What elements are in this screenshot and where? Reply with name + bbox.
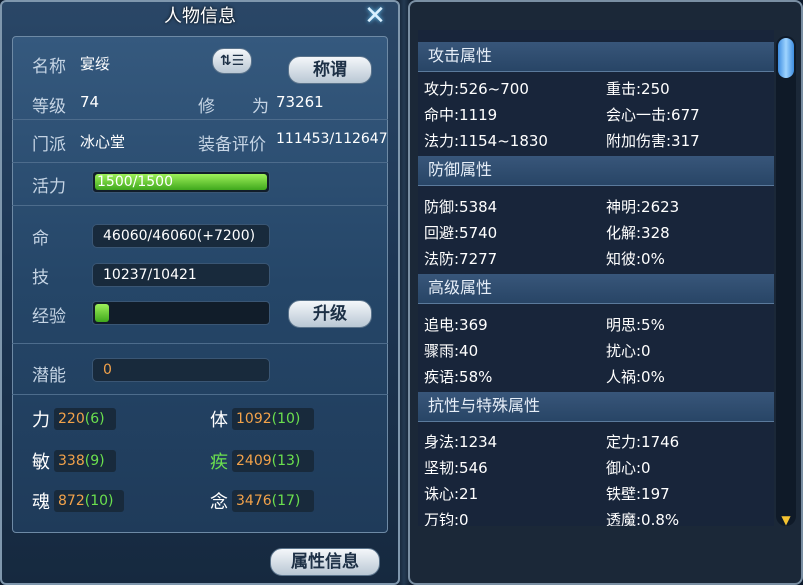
exp-bar-fill (95, 304, 109, 322)
hp-field: 46060/46060(+7200) (92, 224, 270, 248)
attr-agi-label: 敏 (32, 452, 50, 473)
stat-row: 法力:1154~1830 (424, 132, 548, 150)
vitality-value: 1500/1500 (97, 174, 173, 190)
stat-row: 会心一击:677 (606, 106, 700, 124)
attr-str-value: 220 (58, 411, 85, 427)
upgrade-button[interactable]: 升级 (288, 300, 372, 328)
attr-soul-value: 872 (58, 493, 85, 509)
attr-str-bonus: (6) (84, 411, 105, 427)
exp-label: 经验 (32, 307, 66, 327)
attr-spd-label: 疾 (210, 452, 228, 473)
scrollbar-thumb[interactable] (778, 38, 794, 78)
attr-mind-label: 念 (210, 492, 228, 513)
attr-con-value: 1092 (236, 411, 272, 427)
attr-agi-value: 338 (58, 453, 85, 469)
stat-row: 重击:250 (606, 80, 670, 98)
attr-spd-box: 2409(13) (232, 450, 314, 472)
attr-str-label: 力 (32, 410, 50, 431)
divider (12, 205, 388, 206)
attr-str-box: 220(6) (54, 408, 116, 430)
vitality-bar: 1500/1500 (92, 171, 270, 193)
attr-spd-bonus: (13) (271, 453, 301, 469)
level-value: 74 (80, 93, 100, 111)
sort-icon[interactable]: ⇅☰ (212, 48, 252, 74)
attr-con-bonus: (10) (271, 411, 301, 427)
stat-row: 命中:1119 (424, 106, 498, 124)
stat-row: 神明:2623 (606, 198, 680, 216)
divider (12, 394, 388, 395)
scroll-down-arrow-icon[interactable]: ▼ (779, 514, 793, 526)
stat-row: 攻力:526~700 (424, 80, 529, 98)
stat-row: 疾语:58% (424, 368, 493, 386)
mp-label: 技 (32, 268, 49, 288)
scrollbar-track[interactable] (776, 36, 796, 526)
divider (12, 162, 388, 163)
cultivation-label-a: 修 (198, 97, 215, 117)
potential-label: 潜能 (32, 366, 66, 386)
stat-row: 追电:369 (424, 316, 488, 334)
stat-row: 骤雨:40 (424, 342, 479, 360)
stat-row: 定力:1746 (606, 433, 680, 451)
section-header-defense: 防御属性 (418, 156, 774, 186)
cultivation-value: 73261 (276, 93, 324, 111)
attr-mind-box: 3476(17) (232, 490, 314, 512)
section-header-attack: 攻击属性 (418, 42, 774, 72)
cultivation-label-b: 为 (252, 97, 269, 117)
divider (12, 343, 388, 344)
exp-bar (92, 301, 270, 325)
attr-agi-bonus: (9) (84, 453, 105, 469)
attr-con-box: 1092(10) (232, 408, 314, 430)
gear-value: 111453/112647 (276, 131, 388, 147)
level-label: 等级 (32, 97, 66, 117)
title-button[interactable]: 称谓 (288, 56, 372, 84)
attribute-list[interactable]: 攻击属性 攻力:526~700 重击:250 命中:1119 会心一击:677 … (418, 30, 774, 526)
attr-mind-value: 3476 (236, 493, 272, 509)
sect-label: 门派 (32, 135, 66, 155)
stat-row: 明思:5% (606, 316, 665, 334)
name-value: 宴绥 (80, 55, 111, 73)
stat-row: 知彼:0% (606, 250, 665, 268)
sect-value: 冰心堂 (80, 133, 126, 151)
stat-row: 扰心:0 (606, 342, 651, 360)
section-header-resistance: 抗性与特殊属性 (418, 392, 774, 422)
attr-soul-bonus: (10) (84, 493, 114, 509)
stat-row: 化解:328 (606, 224, 670, 242)
divider (12, 119, 388, 120)
stat-row: 法防:7277 (424, 250, 498, 268)
vitality-label: 活力 (32, 177, 66, 197)
panel-title: 人物信息 (164, 6, 236, 27)
stat-row: 透魔:0.8% (606, 511, 680, 526)
stat-row: 铁壁:197 (606, 485, 670, 503)
attr-soul-box: 872(10) (54, 490, 124, 512)
stat-row: 人祸:0% (606, 368, 665, 386)
stat-row: 诛心:21 (424, 485, 479, 503)
attr-soul-label: 魂 (32, 492, 50, 513)
attr-mind-bonus: (17) (271, 493, 301, 509)
close-icon[interactable]: ✕ (360, 3, 390, 30)
attribute-info-button[interactable]: 属性信息 (270, 548, 380, 576)
name-label: 名称 (32, 57, 66, 77)
hp-label: 命 (32, 229, 49, 249)
stat-row: 防御:5384 (424, 198, 498, 216)
attr-spd-value: 2409 (236, 453, 272, 469)
mp-field: 10237/10421 (92, 263, 270, 287)
stat-row: 万钧:0 (424, 511, 469, 526)
gear-label: 装备评价 (198, 135, 266, 155)
potential-field: 0 (92, 358, 270, 382)
attr-agi-box: 338(9) (54, 450, 116, 472)
stat-row: 御心:0 (606, 459, 651, 477)
stat-row: 回避:5740 (424, 224, 498, 242)
stat-row: 附加伤害:317 (606, 132, 700, 150)
attr-con-label: 体 (210, 410, 228, 431)
section-header-advanced: 高级属性 (418, 274, 774, 304)
stat-row: 坚韧:546 (424, 459, 488, 477)
stat-row: 身法:1234 (424, 433, 498, 451)
